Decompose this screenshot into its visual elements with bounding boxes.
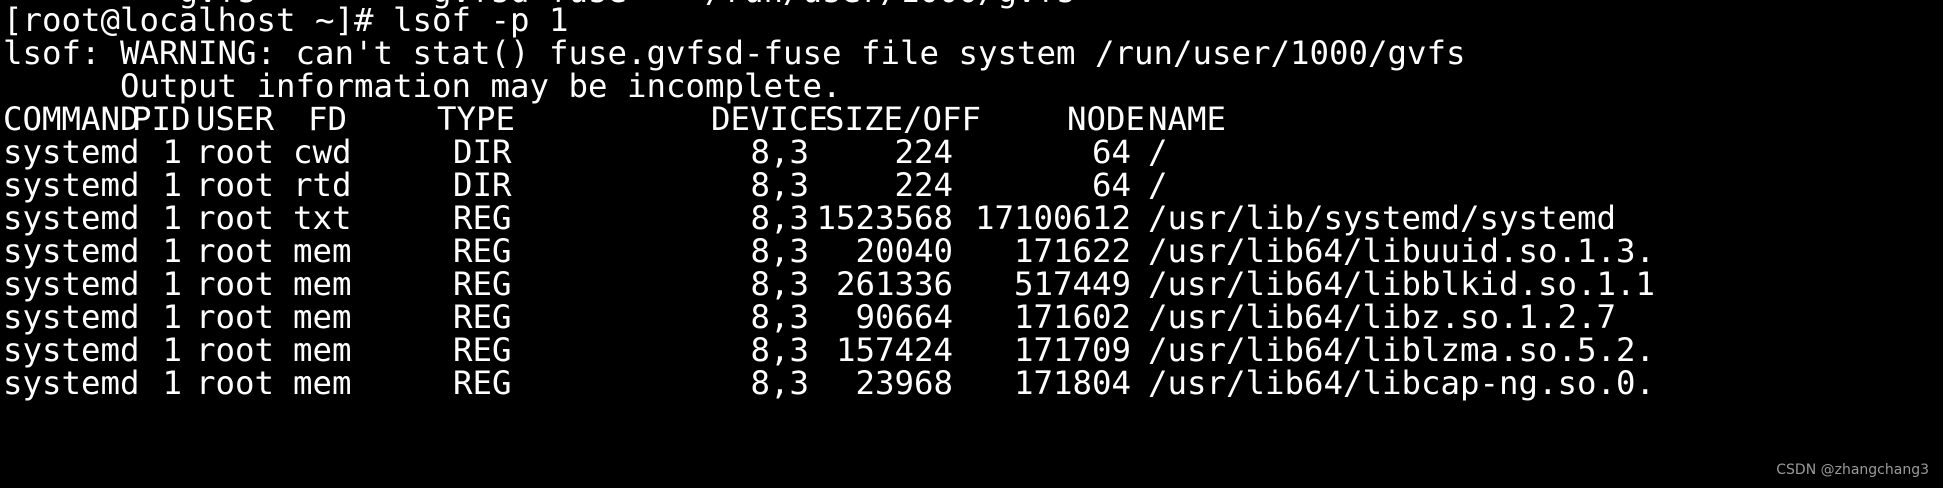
cell-name: /usr/lib64/libcap-ng.so.0. bbox=[1148, 364, 1656, 402]
cell-type: REG bbox=[453, 364, 512, 402]
table-row: systemd 1 root mem REG 8,3 23968 171804/usr/lib… bbox=[3, 363, 1943, 404]
cell-device: 8,3 bbox=[750, 364, 809, 402]
cell-user: root bbox=[196, 364, 275, 402]
watermark: CSDN @zhangchang3 bbox=[1776, 462, 1929, 478]
cell-node: 171804 bbox=[1013, 364, 1131, 402]
cell-command: systemd bbox=[3, 364, 140, 402]
cell-pid: 1 bbox=[162, 364, 182, 402]
terminal-window[interactable]: gvfs gvfsd-fuse /run/user/1000/gvfs [roo… bbox=[0, 0, 1943, 488]
cell-size-off: 23968 bbox=[855, 364, 953, 402]
cell-fd: mem bbox=[293, 364, 352, 402]
